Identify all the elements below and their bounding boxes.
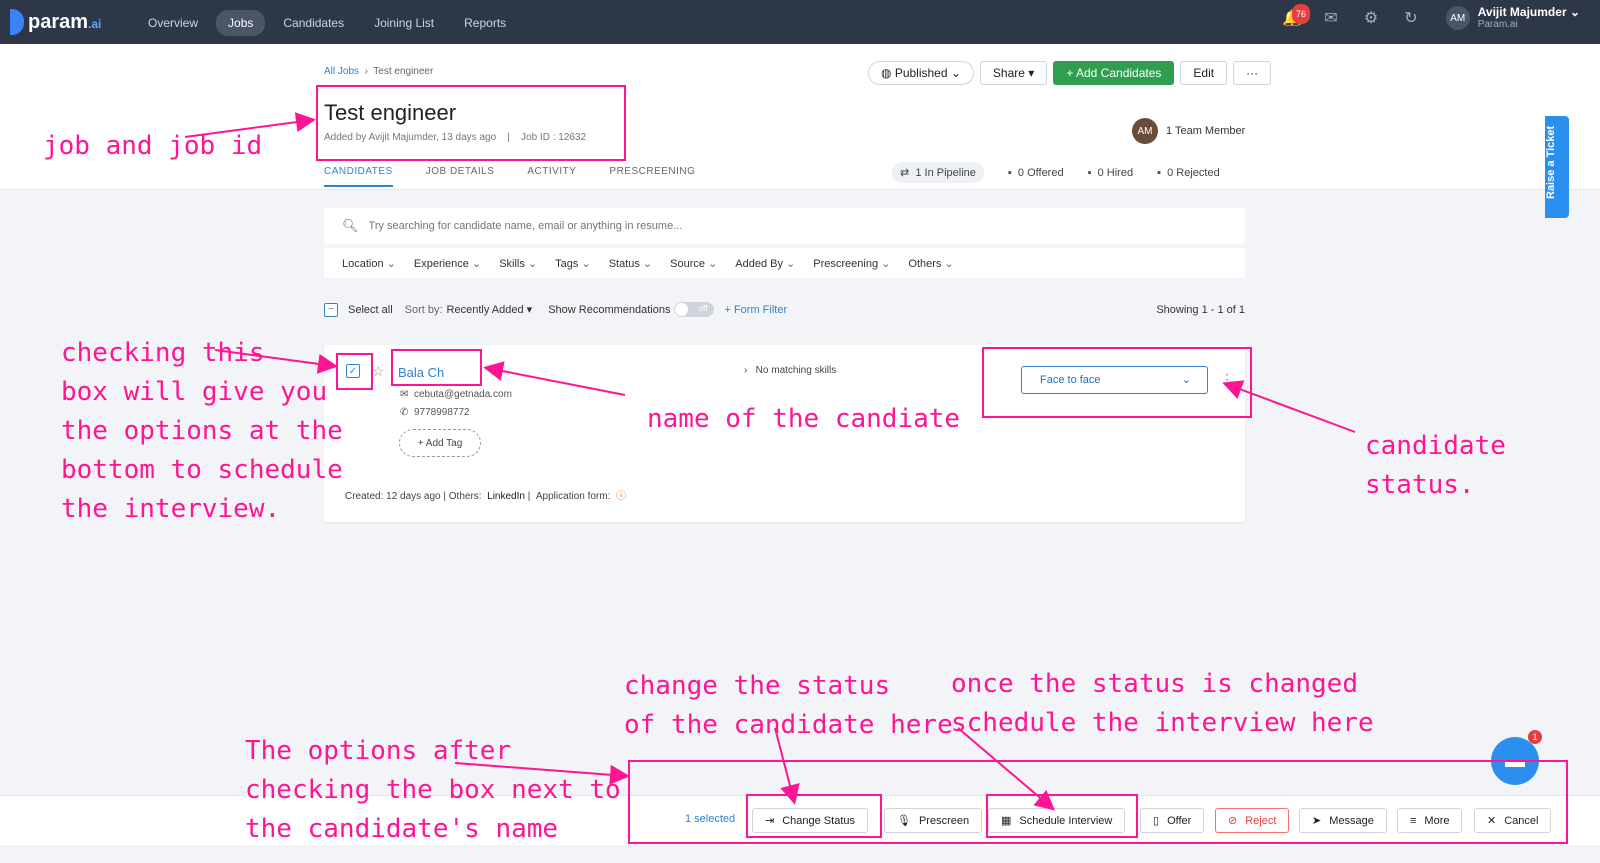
arrow-schedule [957,727,1056,811]
arrow-change-status [774,727,800,805]
annotation-arrows [184,112,1356,811]
arrow-name [483,361,626,396]
arrow-status [1222,380,1356,433]
arrow-options [454,762,630,785]
arrow-checkbox [214,349,338,374]
arrow-job [184,112,316,138]
